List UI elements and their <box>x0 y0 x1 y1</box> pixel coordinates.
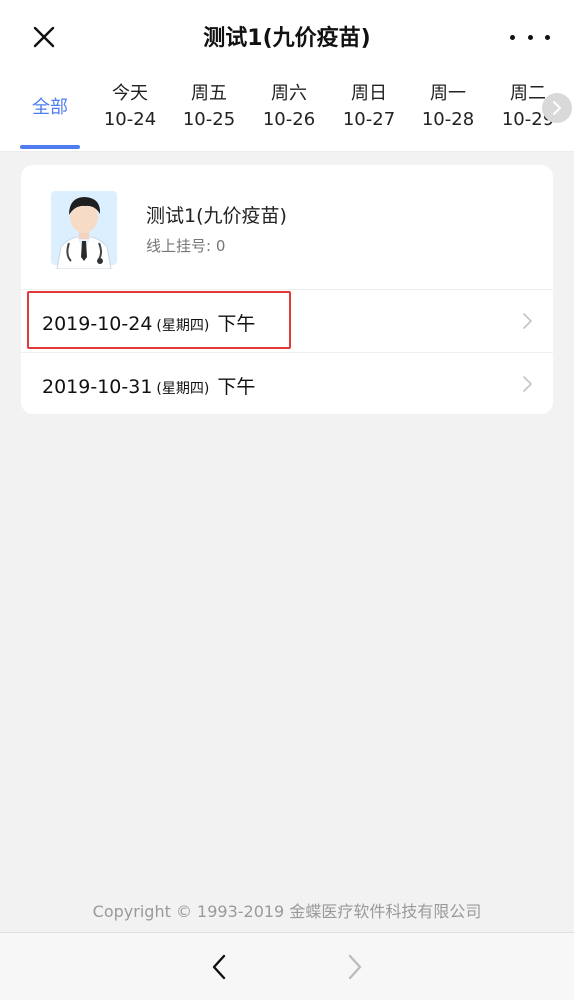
tab-date[interactable]: 今天 10-24 <box>90 76 170 151</box>
doctor-avatar <box>43 187 125 270</box>
date-tabs: 全部 今天 10-24 周五 10-25 周六 10-26 周日 10-27 周… <box>0 76 574 152</box>
copyright-text: Copyright © 1993-2019 金蝶医疗软件科技有限公司 <box>92 902 482 921</box>
tab-date-label: 10-27 <box>342 109 396 130</box>
tab-date[interactable]: 周五 10-25 <box>169 76 249 151</box>
online-registration-count: 线上挂号: 0 <box>146 237 226 255</box>
close-button[interactable] <box>26 19 62 55</box>
doctor-avatar-icon <box>51 191 117 270</box>
doctor-name: 测试1(九价疫苗) <box>146 205 287 227</box>
schedule-date: 2019-10-24 <box>42 313 153 335</box>
schedule-weekday: (星期四) <box>156 381 210 397</box>
schedule-period: 下午 <box>217 376 256 398</box>
more-dots-icon <box>510 34 515 40</box>
tab-day: 周日 <box>351 83 387 104</box>
tab-all[interactable]: 全部 <box>10 76 90 151</box>
tabs-scroll-right-button[interactable] <box>542 93 572 123</box>
forward-button[interactable] <box>340 949 370 985</box>
active-tab-indicator <box>20 145 80 149</box>
chevron-right-icon <box>553 101 561 115</box>
tab-date[interactable]: 周一 10-28 <box>408 76 488 151</box>
tab-date-label: 10-24 <box>103 109 157 130</box>
schedule-text: 2019-10-31 (星期四) 下午 <box>42 372 255 399</box>
chevron-right-icon <box>523 376 532 392</box>
tab-day: 今天 <box>112 83 148 104</box>
close-icon <box>33 26 55 48</box>
doctor-schedule-card: 测试1(九价疫苗) 线上挂号: 0 2019-10-24 (星期四) 下午 2019… <box>21 165 553 414</box>
page-title: 测试1(九价疫苗) <box>203 26 371 51</box>
tab-day: 周一 <box>430 83 466 104</box>
schedule-date: 2019-10-31 <box>42 376 153 398</box>
page: 测试1(九价疫苗) 全部 今天 10-24 周五 10-25 周六 10-26 … <box>0 0 574 1000</box>
tab-date[interactable]: 周六 10-26 <box>249 76 329 151</box>
back-button[interactable] <box>204 949 234 985</box>
schedule-period: 下午 <box>217 313 256 335</box>
chevron-right-icon <box>523 313 532 329</box>
header: 测试1(九价疫苗) <box>0 0 574 76</box>
schedule-row[interactable]: 2019-10-24 (星期四) 下午 <box>21 290 553 352</box>
tab-date-label: 10-28 <box>421 109 475 130</box>
chevron-left-icon <box>212 954 226 980</box>
tab-date-label: 10-25 <box>182 109 236 130</box>
schedule-text: 2019-10-24 (星期四) 下午 <box>42 309 255 336</box>
chevron-right-icon <box>348 954 362 980</box>
tab-day: 周五 <box>191 83 227 104</box>
bottom-navigation-bar <box>0 932 574 1000</box>
tab-date[interactable]: 周日 10-27 <box>329 76 409 151</box>
tab-day: 周六 <box>271 83 307 104</box>
more-button[interactable] <box>510 22 550 52</box>
schedule-row[interactable]: 2019-10-31 (星期四) 下午 <box>21 353 553 414</box>
tab-label: 全部 <box>32 97 68 118</box>
schedule-weekday: (星期四) <box>156 318 210 334</box>
tab-date-label: 10-26 <box>262 109 316 130</box>
